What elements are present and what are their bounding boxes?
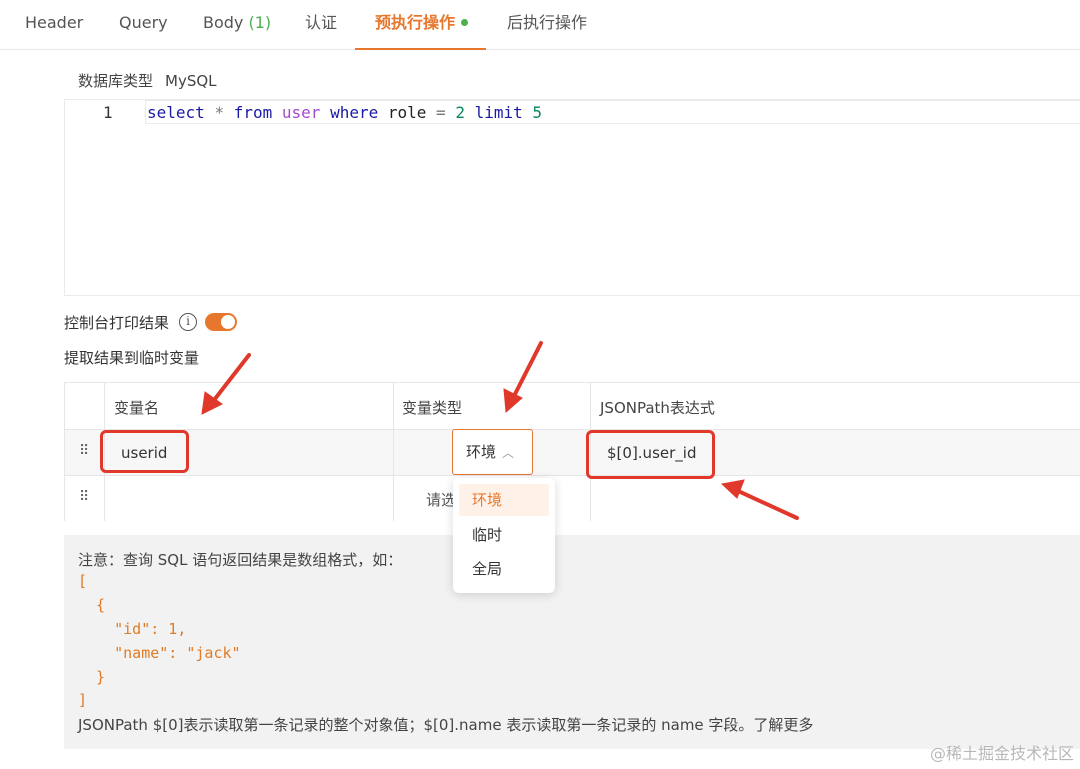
tab-header-label: Header bbox=[25, 13, 84, 32]
header-cell-drag bbox=[65, 383, 105, 429]
note-panel: 注意：查询 SQL 语句返回结果是数组格式，如： [ { "id": 1, "n… bbox=[64, 535, 1080, 749]
tab-header[interactable]: Header bbox=[25, 0, 83, 49]
sql-code[interactable]: select * from user where role = 2 limit … bbox=[147, 103, 542, 122]
json-example-line: ] bbox=[78, 691, 88, 709]
json-example-line: [ bbox=[78, 572, 88, 590]
table-header-row: 变量名 变量类型 JSONPath表达式 bbox=[65, 383, 1080, 430]
console-print-toggle[interactable] bbox=[205, 313, 238, 331]
dropdown-option-env[interactable]: 环境 bbox=[459, 484, 549, 516]
sql-token: 5 bbox=[532, 103, 543, 122]
drag-cell: ⠿ bbox=[65, 430, 105, 475]
json-example-line: { bbox=[78, 596, 106, 614]
note-intro: 注意：查询 SQL 语句返回结果是数组格式，如： bbox=[78, 551, 403, 569]
chevron-up-icon: ︿ bbox=[502, 446, 515, 460]
console-print-label: 控制台打印结果 bbox=[64, 313, 170, 332]
sql-token: user bbox=[281, 103, 321, 122]
tab-auth[interactable]: 认证 bbox=[305, 0, 337, 49]
sql-editor[interactable]: 1 select * from user where role = 2 limi… bbox=[64, 99, 1080, 296]
tab-auth-label: 认证 bbox=[305, 13, 338, 32]
tab-query-label: Query bbox=[119, 13, 168, 32]
tab-bar: Header Query Body (1) 认证 预执行操作 后执行操作 bbox=[0, 0, 1080, 50]
drag-handle-icon[interactable]: ⠿ bbox=[79, 443, 89, 459]
variable-type-dropdown: 环境 临时 全局 bbox=[453, 478, 555, 593]
tab-body-count: (1) bbox=[248, 13, 272, 32]
json-example-line: } bbox=[78, 668, 106, 686]
drag-cell: ⠿ bbox=[65, 476, 105, 521]
tab-pre-request-label: 预执行操作 bbox=[375, 13, 456, 32]
tab-post-request-label: 后执行操作 bbox=[507, 13, 588, 32]
line-number: 1 bbox=[103, 103, 113, 122]
drag-handle-icon[interactable]: ⠿ bbox=[79, 489, 89, 505]
status-dot bbox=[461, 19, 469, 26]
info-icon[interactable]: i bbox=[179, 313, 198, 331]
db-type-label: 数据库类型 bbox=[78, 72, 154, 90]
dropdown-option-temp[interactable]: 临时 bbox=[459, 519, 549, 551]
note-footer: JSONPath $[0]表示读取第一条记录的整个对象值；$[0].name 表… bbox=[78, 716, 814, 734]
tab-body-label: Body bbox=[203, 13, 244, 32]
annotation-box-jsonpath bbox=[586, 430, 715, 479]
db-type-row: 数据库类型 MySQL bbox=[78, 70, 217, 91]
variable-type-select[interactable]: 环境 ︿ bbox=[452, 429, 533, 475]
watermark: @稀土掘金技术社区 bbox=[929, 744, 1074, 763]
tab-query[interactable]: Query bbox=[119, 0, 168, 49]
header-variable-name: 变量名 bbox=[114, 399, 160, 417]
json-example-line: "id": 1, bbox=[78, 620, 187, 638]
sql-token: * bbox=[214, 103, 225, 122]
name-cell[interactable] bbox=[105, 476, 394, 521]
sql-token: = bbox=[436, 103, 446, 122]
tab-body[interactable]: Body (1) bbox=[203, 0, 271, 49]
variable-type-value: 环境 bbox=[466, 443, 497, 461]
annotation-box-name bbox=[100, 430, 189, 473]
sql-token: from bbox=[233, 103, 273, 122]
variable-table: 变量名 变量类型 JSONPath表达式 ⠿ userid $[0].user_… bbox=[64, 382, 1080, 521]
header-cell-jsonpath: JSONPath表达式 bbox=[591, 383, 1080, 429]
table-row: ⠿ userid $[0].user_id bbox=[65, 430, 1080, 476]
db-type-value[interactable]: MySQL bbox=[165, 72, 217, 90]
header-cell-type: 变量类型 bbox=[394, 383, 591, 429]
dropdown-option-global[interactable]: 全局 bbox=[459, 553, 549, 585]
header-variable-type: 变量类型 bbox=[402, 399, 463, 417]
variable-type-placeholder[interactable]: 请选 bbox=[426, 489, 456, 510]
sql-token: select bbox=[147, 103, 205, 122]
sql-token: role bbox=[387, 103, 427, 122]
tab-post-request[interactable]: 后执行操作 bbox=[507, 0, 587, 49]
header-cell-name: 变量名 bbox=[105, 383, 394, 429]
tab-pre-request[interactable]: 预执行操作 bbox=[354, 0, 487, 50]
sql-token: where bbox=[330, 103, 379, 122]
header-jsonpath: JSONPath表达式 bbox=[600, 399, 715, 417]
extract-section-title: 提取结果到临时变量 bbox=[64, 349, 200, 367]
sql-token: limit bbox=[474, 103, 523, 122]
table-row: ⠿ bbox=[65, 476, 1080, 521]
console-print-row: 控制台打印结果 i bbox=[64, 311, 238, 333]
path-cell[interactable] bbox=[591, 476, 1080, 521]
json-example-line: "name": "jack" bbox=[78, 644, 241, 662]
sql-token: 2 bbox=[455, 103, 465, 122]
